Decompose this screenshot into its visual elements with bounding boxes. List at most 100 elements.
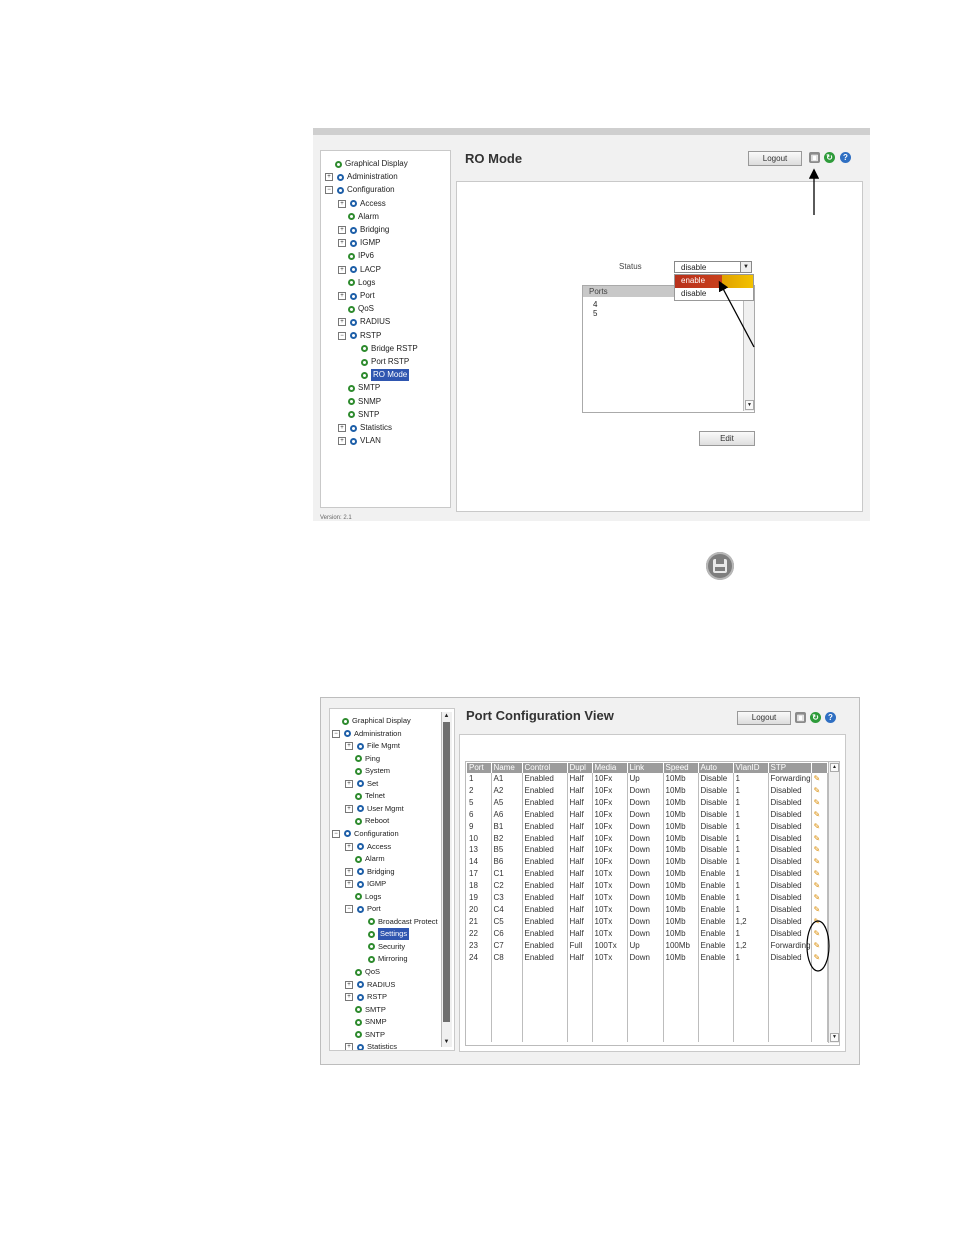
column-header-speed[interactable]: Speed	[663, 763, 699, 773]
expand-icon[interactable]: +	[345, 779, 353, 788]
node-icon	[344, 830, 351, 838]
tree-item-reboot[interactable]: Reboot	[355, 815, 389, 827]
pencil-icon[interactable]: ✎	[814, 798, 821, 807]
table-row[interactable]: 21 C5 Enabled Half 10Tx Down 10Mb Enable 1,2 Disa…	[467, 915, 828, 928]
tree-item-user-mgmt[interactable]: + User Mgmt	[345, 803, 404, 815]
scroll-down-icon[interactable]: ▼	[443, 1039, 450, 1046]
expand-icon[interactable]: +	[345, 993, 353, 1002]
save-icon[interactable]: ▣	[795, 712, 806, 723]
column-header-dupl[interactable]: Dupl	[567, 763, 593, 773]
pencil-icon[interactable]: ✎	[814, 869, 821, 878]
tree-item-qos[interactable]: QoS	[355, 966, 380, 978]
expand-icon[interactable]: +	[345, 842, 353, 851]
expand-icon[interactable]: +	[345, 880, 353, 889]
column-header-media[interactable]: Media	[592, 763, 628, 773]
column-header-auto[interactable]: Auto	[698, 763, 734, 773]
pencil-icon[interactable]: ✎	[814, 893, 821, 902]
collapse-icon[interactable]: −	[345, 905, 353, 914]
table-scrollbar[interactable]: ▲ ▼	[828, 762, 839, 1043]
column-header-port[interactable]: Port	[467, 763, 492, 773]
pencil-icon[interactable]: ✎	[814, 822, 821, 831]
expand-icon[interactable]: +	[345, 1043, 353, 1050]
tree-item-bridging[interactable]: + Bridging	[345, 866, 395, 878]
column-header-name[interactable]: Name	[491, 763, 523, 773]
column-header-vlanid[interactable]: VlanID	[733, 763, 769, 773]
node-icon	[355, 767, 362, 775]
tree-item-settings[interactable]: Settings	[368, 928, 410, 941]
tree-item-logs[interactable]: Logs	[355, 891, 381, 903]
table-row[interactable]: 5 A5 Enabled Half 10Fx Down 10Mb Disable 1 Disabl…	[467, 796, 828, 809]
collapse-icon[interactable]: −	[332, 829, 340, 838]
cell-auto: Enable	[698, 903, 734, 916]
tree-item-label: Settings	[378, 928, 410, 941]
pencil-icon[interactable]: ✎	[814, 857, 821, 866]
tree-item-radius[interactable]: + RADIUS	[345, 979, 395, 991]
pencil-icon[interactable]: ✎	[814, 810, 821, 819]
table-row[interactable]: 22 C6 Enabled Half 10Tx Down 10Mb Enable 1 Disabl…	[467, 927, 828, 940]
tree-item-security[interactable]: Security	[368, 941, 405, 953]
collapse-icon[interactable]: −	[332, 729, 340, 738]
table-row[interactable]: 2 A2 Enabled Half 10Fx Down 10Mb Disable 1 Disabl…	[467, 784, 828, 797]
logout-button[interactable]: Logout	[737, 711, 791, 725]
cell-speed: 10Mb	[663, 892, 699, 904]
column-header-link[interactable]: Link	[627, 763, 664, 773]
tree-item-file-mgmt[interactable]: + File Mgmt	[345, 740, 400, 752]
tree-item-administration[interactable]: − Administration	[332, 728, 402, 740]
tree-item-ping[interactable]: Ping	[355, 753, 380, 765]
cell-link: Down	[627, 927, 664, 940]
cell-vlanid: 1	[733, 820, 769, 833]
table-row[interactable]: 6 A6 Enabled Half 10Fx Down 10Mb Disable 1 Disabl…	[467, 808, 828, 821]
tree-item-configuration[interactable]: − Configuration	[332, 828, 399, 840]
tree-item-graphical-display[interactable]: Graphical Display	[342, 715, 411, 727]
pencil-icon[interactable]: ✎	[814, 774, 821, 783]
tree-item-set[interactable]: + Set	[345, 778, 378, 790]
tree-item-broadcast-protect[interactable]: Broadcast Protect	[368, 916, 438, 928]
tree-item-mirroring[interactable]: Mirroring	[368, 953, 408, 965]
table-row[interactable]: 19 C3 Enabled Half 10Tx Down 10Mb Enable 1 Disabl…	[467, 892, 828, 904]
scroll-down-icon[interactable]: ▼	[830, 1033, 839, 1042]
pencil-icon[interactable]: ✎	[814, 834, 821, 843]
expand-icon[interactable]: +	[345, 742, 353, 751]
expand-icon[interactable]: +	[345, 980, 353, 989]
table-row[interactable]: 24 C8 Enabled Half 10Tx Down 10Mb Enable 1 Disabl…	[467, 951, 828, 964]
column-header-stp[interactable]: STP	[768, 763, 812, 773]
table-row[interactable]: 20 C4 Enabled Half 10Tx Down 10Mb Enable 1 Disabl…	[467, 903, 828, 916]
tree-item-port[interactable]: − Port	[345, 903, 381, 915]
refresh-icon[interactable]: ↻	[810, 712, 821, 723]
expand-icon[interactable]: +	[345, 804, 353, 813]
table-row[interactable]: 23 C7 Enabled Full 100Tx Up 100Mb Enable 1,2 Forw…	[467, 939, 828, 952]
scroll-up-icon[interactable]: ▲	[443, 713, 450, 720]
scroll-thumb[interactable]	[443, 722, 450, 1022]
table-row[interactable]: 14 B6 Enabled Half 10Fx Down 10Mb Disable 1 Disab…	[467, 856, 828, 869]
column-header-control[interactable]: Control	[522, 763, 568, 773]
table-row[interactable]: 18 C2 Enabled Half 10Tx Down 10Mb Enable 1 Disabl…	[467, 880, 828, 893]
tree-item-igmp[interactable]: + IGMP	[345, 878, 386, 890]
pencil-icon[interactable]: ✎	[814, 881, 821, 890]
tree-item-alarm[interactable]: Alarm	[355, 853, 385, 865]
tree-item-smtp[interactable]: SMTP	[355, 1004, 386, 1016]
tree-item-access[interactable]: + Access	[345, 841, 391, 853]
table-filler-row	[467, 963, 828, 1042]
pencil-icon[interactable]: ✎	[814, 845, 821, 854]
tree-item-rstp[interactable]: + RSTP	[345, 991, 387, 1003]
pencil-icon[interactable]: ✎	[814, 786, 821, 795]
tree-scrollbar[interactable]: ▲ ▼	[441, 712, 452, 1047]
empty-cell	[698, 963, 734, 1042]
expand-icon[interactable]: +	[345, 867, 353, 876]
cell-media: 10Fx	[592, 856, 628, 869]
table-row[interactable]: 10 B2 Enabled Half 10Fx Down 10Mb Disable 1 Disab…	[467, 832, 828, 845]
tree-item-sntp[interactable]: SNTP	[355, 1029, 385, 1041]
scroll-up-icon[interactable]: ▲	[830, 763, 839, 772]
tree-item-system[interactable]: System	[355, 765, 390, 777]
help-icon[interactable]: ?	[825, 712, 836, 723]
tree-item-telnet[interactable]: Telnet	[355, 790, 385, 802]
table-row[interactable]: 13 B5 Enabled Half 10Fx Down 10Mb Disable 1 Disab…	[467, 844, 828, 857]
tree-item-statistics[interactable]: + Statistics	[345, 1041, 397, 1050]
pencil-icon[interactable]: ✎	[814, 905, 821, 914]
table-row[interactable]: 9 B1 Enabled Half 10Fx Down 10Mb Disable 1 Disabl…	[467, 820, 828, 833]
table-row[interactable]: 17 C1 Enabled Half 10Tx Down 10Mb Enable 1 Disabl…	[467, 868, 828, 881]
cell-vlanid: 1	[733, 832, 769, 845]
tree-item-snmp[interactable]: SNMP	[355, 1016, 387, 1028]
table-row[interactable]: 1 A1 Enabled Half 10Fx Up 10Mb Disable 1 Forwardi…	[467, 773, 828, 785]
port-config-screenshot: Graphical Display − Administration + File Mg…	[320, 697, 860, 1065]
